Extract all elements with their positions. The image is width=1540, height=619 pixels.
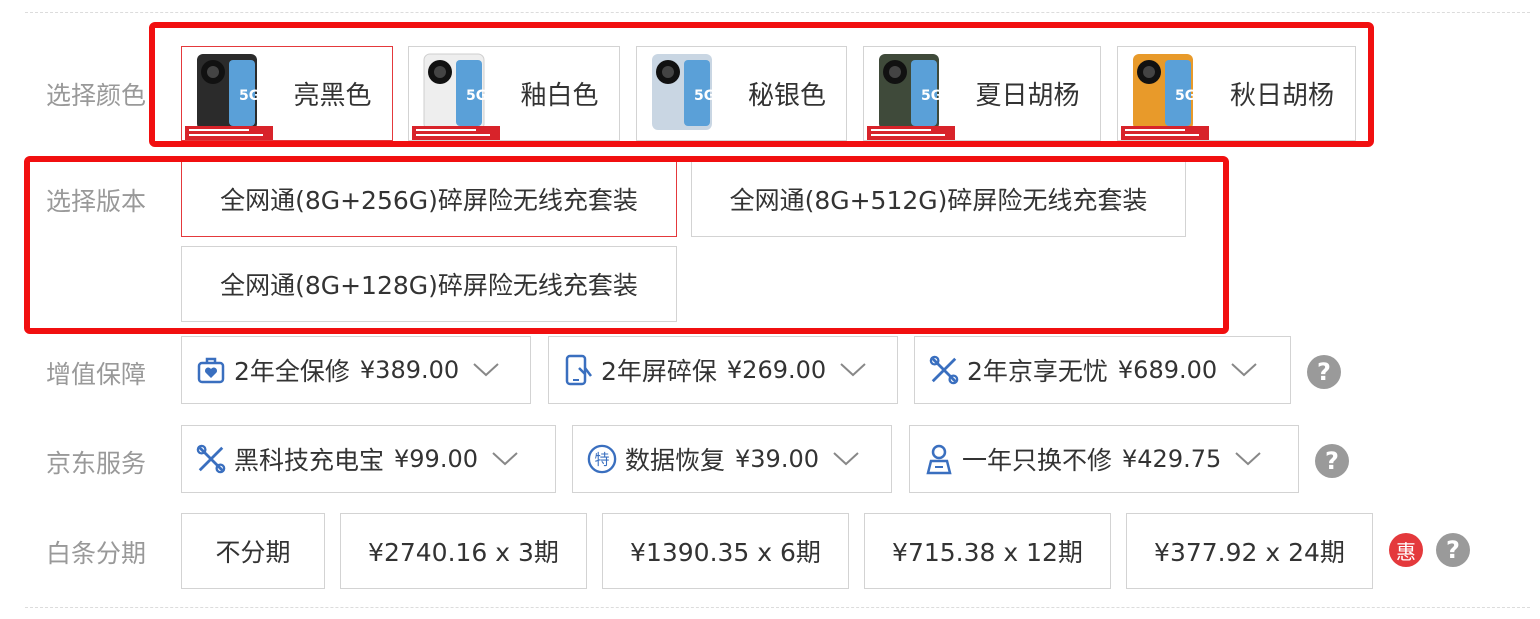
color-highlight-frame — [149, 22, 1374, 147]
help-icon[interactable]: ? — [1315, 444, 1349, 478]
replace-only-dropdown[interactable]: 一年只换不修 ¥429.75 — [909, 425, 1299, 493]
service-price: ¥269.00 — [726, 356, 827, 384]
chevron-down-icon — [1231, 363, 1257, 377]
data-recovery-dropdown[interactable]: 特 数据恢复 ¥39.00 — [572, 425, 892, 493]
service-price: ¥429.75 — [1122, 445, 1222, 473]
person-badge-icon — [924, 443, 954, 475]
briefcase-heart-icon — [196, 354, 226, 386]
chevron-down-icon — [833, 452, 859, 466]
jd-service-row-label: 京东服务 — [46, 449, 147, 478]
help-icon[interactable]: ? — [1307, 355, 1341, 389]
service-price: ¥689.00 — [1117, 356, 1218, 384]
promo-badge-icon[interactable]: 惠 — [1389, 533, 1423, 567]
version-highlight-frame — [24, 156, 1229, 334]
installment-row-label: 白条分期 — [46, 539, 147, 568]
service-name: 2年全保修 — [234, 357, 350, 386]
service-name: 数据恢复 — [625, 446, 726, 475]
chevron-down-icon — [840, 363, 866, 377]
screen-protection-dropdown[interactable]: 2年屏碎保 ¥269.00 — [548, 336, 898, 404]
service-name: 2年京享无忧 — [967, 357, 1108, 386]
phone-shield-icon — [563, 354, 593, 386]
service-price: ¥39.00 — [735, 445, 819, 473]
chevron-down-icon — [473, 363, 499, 377]
service-name: 2年屏碎保 — [601, 357, 717, 386]
special-badge-icon: 特 — [587, 443, 617, 475]
installment-none[interactable]: 不分期 — [181, 513, 325, 589]
tools-icon — [196, 443, 226, 475]
installment-24[interactable]: ¥377.92 x 24期 — [1126, 513, 1373, 589]
color-row-label: 选择颜色 — [46, 81, 147, 110]
value-added-row-label: 增值保障 — [46, 360, 147, 389]
installment-6[interactable]: ¥1390.35 x 6期 — [602, 513, 849, 589]
tools-icon — [929, 354, 959, 386]
service-name: 黑科技充电宝 — [234, 446, 385, 475]
installment-3[interactable]: ¥2740.16 x 3期 — [340, 513, 587, 589]
svg-text:特: 特 — [594, 451, 609, 469]
help-icon[interactable]: ? — [1436, 533, 1470, 567]
chevron-down-icon — [492, 452, 518, 466]
service-price: ¥389.00 — [359, 356, 460, 384]
installment-12[interactable]: ¥715.38 x 12期 — [864, 513, 1111, 589]
jd-worry-free-dropdown[interactable]: 2年京享无忧 ¥689.00 — [914, 336, 1291, 404]
service-price: ¥99.00 — [394, 445, 478, 473]
top-divider — [25, 12, 1530, 13]
full-warranty-dropdown[interactable]: 2年全保修 ¥389.00 — [181, 336, 531, 404]
power-bank-dropdown[interactable]: 黑科技充电宝 ¥99.00 — [181, 425, 556, 493]
service-name: 一年只换不修 — [962, 446, 1113, 475]
chevron-down-icon — [1235, 452, 1261, 466]
bottom-divider — [25, 607, 1530, 608]
